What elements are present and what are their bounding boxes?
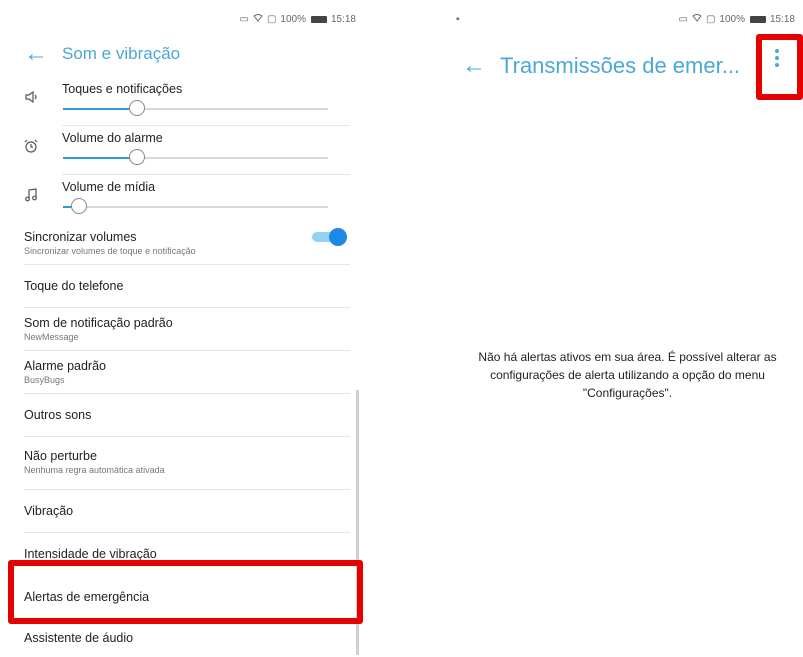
list-item-outros-sons[interactable]: Outros sons xyxy=(24,394,350,437)
cast-icon: ▭ xyxy=(239,13,249,25)
back-arrow-icon[interactable]: ← xyxy=(462,54,486,78)
wifi-icon xyxy=(692,13,702,25)
back-arrow-icon[interactable]: ← xyxy=(24,42,48,66)
highlight-box-emergency-alerts xyxy=(8,560,363,624)
row-title: Intensidade de vibração xyxy=(24,547,157,561)
emergency-broadcasts-screen: ▪ ▭ ▢ 100% 15:18 ← Transmissões de emer.… xyxy=(446,8,803,657)
page-title: Som e vibração xyxy=(62,44,181,63)
row-subtitle: Sincronizar volumes de toque e notificaç… xyxy=(24,246,196,256)
sync-volumes-row[interactable]: Sincronizar volumes Sincronizar volumes … xyxy=(24,226,350,265)
status-bar: ▭ ▢ 100% 15:18 xyxy=(8,8,364,30)
status-bar: ▪ ▭ ▢ 100% 15:18 xyxy=(446,8,803,30)
alarm-volume-slider[interactable] xyxy=(63,149,328,165)
alarm-clock-icon xyxy=(24,139,38,156)
list-item-nao-perturbe[interactable]: Não perturbe Nenhuma regra automática at… xyxy=(24,437,350,490)
image-notification-icon: ▪ xyxy=(456,13,460,25)
wifi-icon xyxy=(253,13,263,25)
row-title: Vibração xyxy=(24,504,74,518)
row-subtitle: NewMessage xyxy=(24,332,79,342)
row-title: Outros sons xyxy=(24,408,92,422)
row-title: Não perturbe xyxy=(24,449,97,463)
media-volume-slider[interactable] xyxy=(63,198,328,214)
divider xyxy=(62,174,350,175)
app-bar: ← Som e vibração xyxy=(8,36,364,72)
clock: 15:18 xyxy=(769,13,795,25)
highlight-box-overflow-menu xyxy=(756,34,803,100)
clock: 15:18 xyxy=(330,13,356,25)
volume-label: Volume de mídia xyxy=(62,180,156,194)
music-note-icon xyxy=(24,188,38,205)
divider xyxy=(62,125,350,126)
list-item-assistente-audio[interactable]: Assistente de áudio xyxy=(24,619,350,657)
row-title: Toque do telefone xyxy=(24,279,124,293)
battery-percent: 100% xyxy=(280,13,306,25)
empty-state-message: Não há alertas ativos em sua área. É pos… xyxy=(478,350,777,400)
list-item-vibracao[interactable]: Vibração xyxy=(24,490,350,533)
app-bar: ← Transmissões de emer... xyxy=(446,48,803,84)
row-subtitle: BusyBugs xyxy=(24,375,65,385)
slider-thumb[interactable] xyxy=(129,149,146,165)
list-item-alarme-padrao[interactable]: Alarme padrão BusyBugs xyxy=(24,351,350,394)
sync-volumes-toggle[interactable] xyxy=(312,228,347,246)
row-subtitle: Nenhuma regra automática ativada xyxy=(24,465,165,475)
volume-label: Toques e notificações xyxy=(62,82,183,96)
battery-percent: 100% xyxy=(719,13,745,25)
page-title: Transmissões de emer... xyxy=(500,53,741,78)
battery-icon xyxy=(749,15,766,23)
sim-icon: ▢ xyxy=(705,13,716,25)
row-title: Som de notificação padrão xyxy=(24,316,173,330)
row-title: Sincronizar volumes xyxy=(24,230,137,244)
slider-thumb[interactable] xyxy=(129,100,146,116)
ringtone-volume-slider[interactable] xyxy=(63,100,328,116)
volume-label: Volume do alarme xyxy=(62,131,163,145)
speaker-icon xyxy=(24,90,40,107)
row-title: Assistente de áudio xyxy=(24,631,134,645)
list-item-som-notificacao[interactable]: Som de notificação padrão NewMessage xyxy=(24,308,350,351)
battery-icon xyxy=(310,15,327,23)
cast-icon: ▭ xyxy=(678,13,688,25)
slider-thumb[interactable] xyxy=(70,198,87,214)
sim-icon: ▢ xyxy=(266,13,277,25)
row-title: Alarme padrão xyxy=(24,359,106,373)
list-item-toque-telefone[interactable]: Toque do telefone xyxy=(24,265,350,308)
